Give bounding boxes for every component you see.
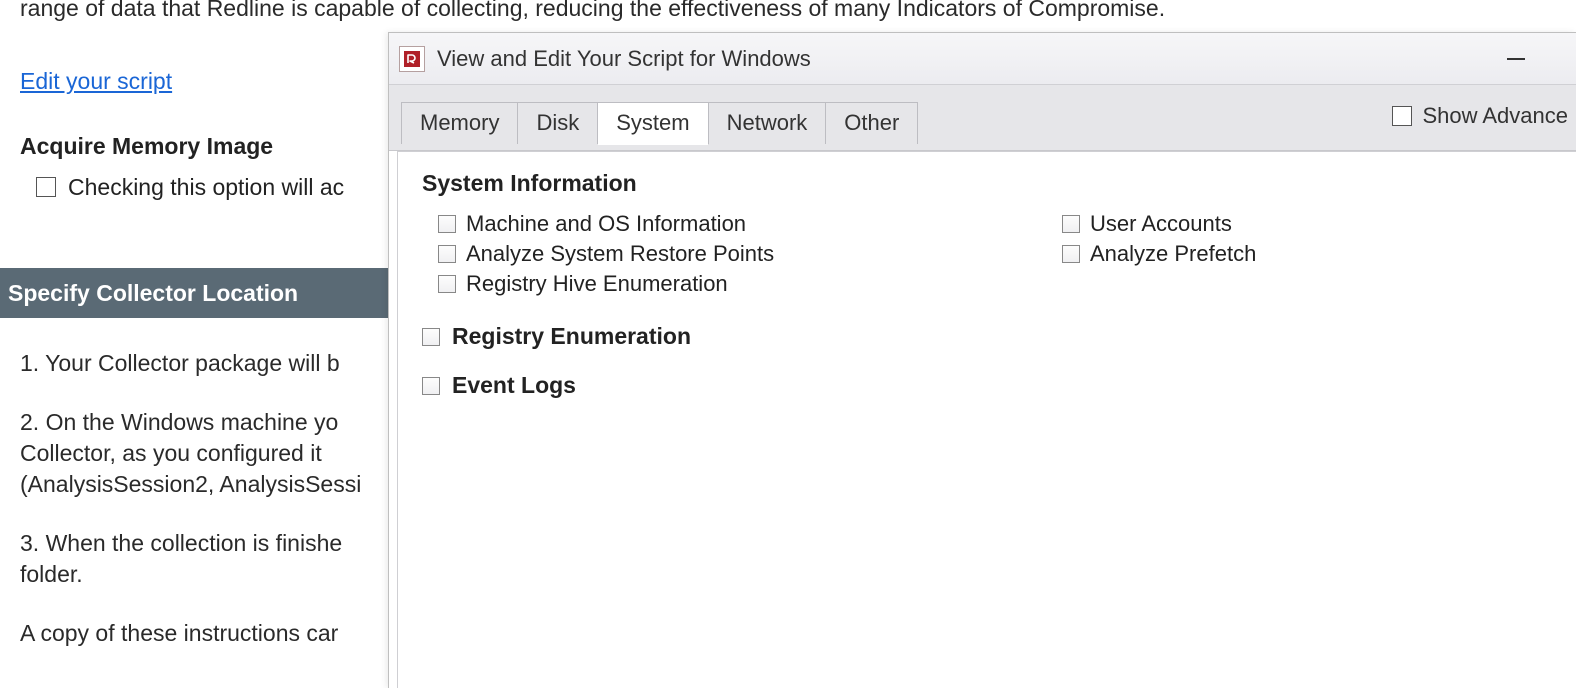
script-editor-dialog: View and Edit Your Script for Windows Me… [388,32,1576,688]
registry-enumeration-label: Registry Enumeration [452,323,691,350]
user-accounts-label: User Accounts [1090,211,1232,237]
system-restore-checkbox[interactable] [438,245,456,263]
tab-other[interactable]: Other [826,102,918,144]
tab-disk[interactable]: Disk [518,102,598,144]
show-advanced-label: Show Advance [1422,103,1568,129]
tab-network[interactable]: Network [709,102,827,144]
machine-os-info-label: Machine and OS Information [466,211,746,237]
tab-system[interactable]: System [598,102,708,145]
registry-hive-label: Registry Hive Enumeration [466,271,728,297]
minimize-button[interactable] [1496,47,1536,71]
acquire-memory-label: Checking this option will ac [68,174,344,201]
specify-collector-location-header: Specify Collector Location [0,268,388,318]
event-logs-label: Event Logs [452,372,576,399]
analyze-prefetch-checkbox[interactable] [1062,245,1080,263]
edit-script-link[interactable]: Edit your script [20,68,172,95]
registry-enumeration-checkbox[interactable] [422,328,440,346]
user-accounts-checkbox[interactable] [1062,215,1080,233]
collector-instructions: 1. Your Collector package will b 2. On t… [20,348,380,649]
registry-hive-checkbox[interactable] [438,275,456,293]
tab-memory[interactable]: Memory [401,102,518,144]
dialog-title: View and Edit Your Script for Windows [437,46,811,72]
analyze-prefetch-label: Analyze Prefetch [1090,241,1256,267]
intro-paragraph: range of data that Redline is capable of… [20,0,1556,24]
event-logs-checkbox[interactable] [422,377,440,395]
system-restore-label: Analyze System Restore Points [466,241,774,267]
show-advanced-checkbox[interactable] [1392,106,1412,126]
dialog-titlebar[interactable]: View and Edit Your Script for Windows [389,33,1576,85]
system-information-heading: System Information [422,170,1552,197]
acquire-memory-checkbox[interactable] [36,177,56,197]
minimize-icon [1507,58,1525,60]
machine-os-info-checkbox[interactable] [438,215,456,233]
system-tab-panel: System Information Machine and OS Inform… [397,151,1576,688]
redline-app-icon [399,46,425,72]
